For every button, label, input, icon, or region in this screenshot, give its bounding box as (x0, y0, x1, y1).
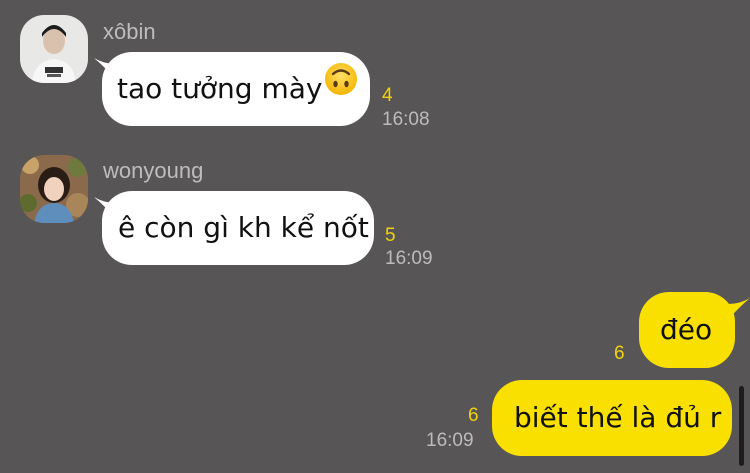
message-time: 16:09 (426, 430, 474, 451)
message-bubble[interactable]: biết thế là đủ r (492, 380, 732, 456)
unread-count: 6 (468, 405, 479, 426)
sender-name: xôbin (103, 19, 156, 44)
avatar-wonyoung[interactable] (20, 155, 88, 223)
bubble-tail (728, 298, 750, 320)
message-text: tao tưởng mày (117, 72, 323, 105)
message-text: biết thế là đủ r (514, 401, 722, 434)
message-time: 16:08 (382, 109, 430, 130)
chat-view: xôbin tao tưởng mày 4 16:08 wonyoung ê c… (0, 0, 750, 473)
message-bubble[interactable]: ê còn gì kh kể nốt (102, 191, 374, 265)
scrollbar-thumb[interactable] (739, 386, 744, 466)
unread-count: 6 (614, 343, 625, 364)
message-text: đéo (660, 313, 713, 346)
message-text: ê còn gì kh kể nốt (118, 211, 369, 244)
message-bubble[interactable]: tao tưởng mày (102, 52, 370, 126)
message-time: 16:09 (385, 248, 433, 269)
unread-count: 5 (385, 225, 396, 246)
upside-down-face-icon (324, 50, 358, 124)
sender-name: wonyoung (103, 158, 204, 183)
message-bubble[interactable]: đéo (639, 292, 735, 368)
unread-count: 4 (382, 85, 393, 106)
avatar-xobin[interactable] (20, 15, 88, 83)
